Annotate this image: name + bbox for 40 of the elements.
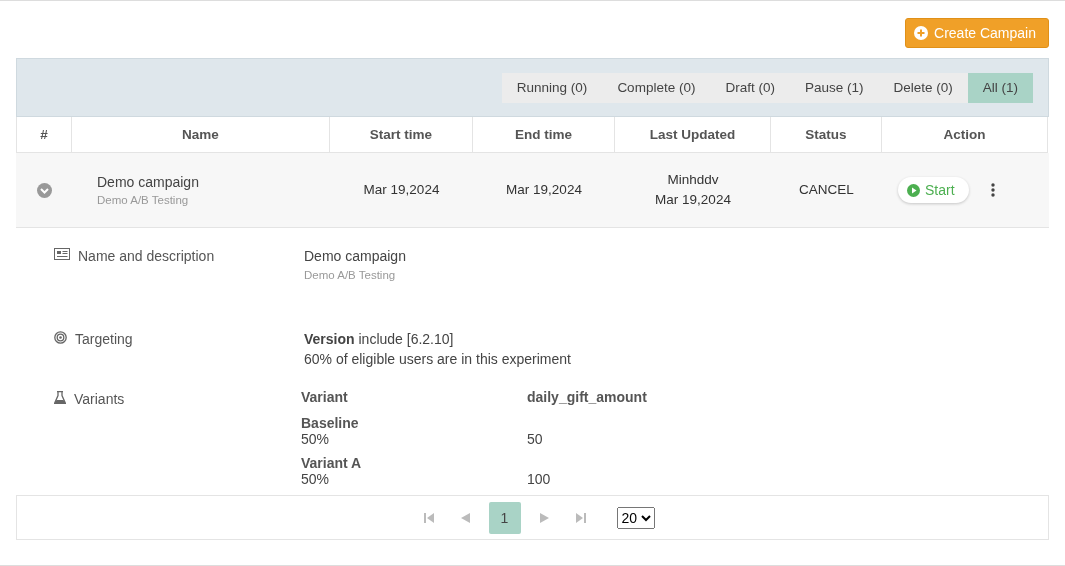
variant-name: Variant A (301, 455, 363, 471)
play-icon (907, 183, 920, 197)
variant-name: Baseline (301, 415, 360, 431)
updated-by: Minhddv (667, 171, 719, 189)
detail-note: Demo A/B Testing (304, 268, 397, 283)
variant-share: 50% (301, 431, 331, 447)
next-page-icon (538, 511, 551, 524)
filter-tab[interactable]: Complete (0) (602, 72, 711, 103)
section-label: Name and description (78, 248, 215, 264)
filter-tab[interactable]: Draft (0) (710, 72, 790, 103)
expand-toggle-icon[interactable] (36, 182, 52, 198)
status-text: CANCEL (799, 181, 854, 199)
filter-tab[interactable]: Delete (0) (878, 72, 968, 103)
last-page-icon (574, 511, 587, 524)
filter-tab[interactable]: All (1) (967, 72, 1033, 103)
detail-text: 60% of eligible users are in this experiment (304, 350, 572, 369)
target-icon (54, 331, 67, 344)
plus-circle-icon (914, 26, 929, 40)
more-options-icon[interactable] (990, 183, 995, 197)
filter-tab[interactable]: Pause (1) (789, 72, 879, 103)
first-page-icon (422, 511, 435, 524)
flask-icon (54, 391, 66, 404)
variant-share: 50% (301, 471, 331, 487)
newspaper-icon (54, 248, 70, 260)
page-button[interactable]: 1 (488, 501, 521, 534)
variant-column-header: daily_gift_amount (527, 389, 648, 405)
variant-column-header: Variant (301, 389, 349, 405)
page-size-select[interactable]: 20 (616, 506, 655, 529)
detail-text: Demo campaign (304, 247, 407, 266)
variant-value: 50 (527, 431, 544, 447)
section-label: Variants (74, 391, 125, 407)
updated-date: Mar 19,2024 (655, 191, 731, 209)
section-label: Targeting (75, 331, 133, 347)
campaign-name: Demo campaign (97, 174, 199, 190)
start-time: Mar 19,2024 (363, 181, 440, 199)
detail-text: Version include [6.2.10] (304, 330, 455, 349)
campaign-description: Demo A/B Testing (97, 194, 189, 206)
end-time: Mar 19,2024 (506, 181, 582, 199)
variant-value: 100 (527, 471, 552, 487)
filter-tab[interactable]: Running (0) (501, 72, 603, 103)
